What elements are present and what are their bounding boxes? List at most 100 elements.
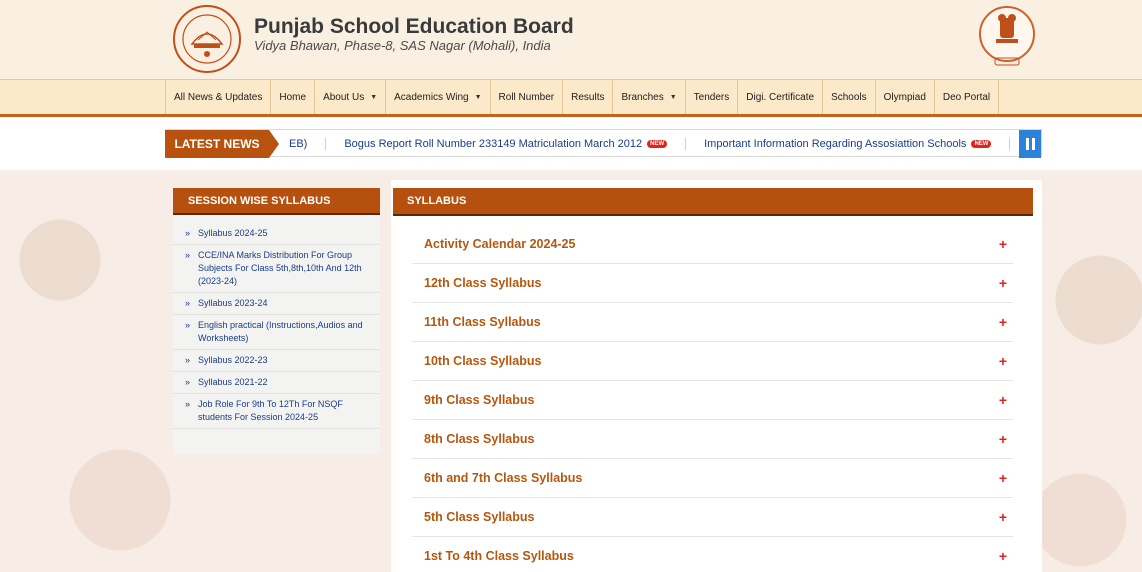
- nav-item-digi-certificate[interactable]: Digi. Certificate: [737, 80, 822, 114]
- pause-icon-bar: [1025, 138, 1029, 150]
- session-syllabus-link[interactable]: » English practical (Instructions,Audios …: [173, 315, 380, 350]
- syllabus-accordion-item[interactable]: 5th Class Syllabus +: [412, 498, 1013, 537]
- news-ticker: LATEST NEWS EB) Bogus Report Roll Number …: [165, 129, 1042, 158]
- session-syllabus-link-label: Syllabus 2021-22: [198, 377, 268, 387]
- syllabus-accordion-item[interactable]: 9th Class Syllabus +: [412, 381, 1013, 420]
- accordion-item-title: 10th Class Syllabus: [424, 354, 542, 368]
- accordion-item-title: 1st To 4th Class Syllabus: [424, 549, 574, 563]
- syllabus-accordion-item[interactable]: 6th and 7th Class Syllabus +: [412, 459, 1013, 498]
- nav-item-roll-number[interactable]: Roll Number: [489, 80, 563, 114]
- nav-item-label: About Us: [323, 91, 365, 103]
- session-syllabus-link-label: English practical (Instructions,Audios a…: [198, 320, 363, 343]
- accordion-item-title: 12th Class Syllabus: [424, 276, 542, 290]
- nav-item-label: Roll Number: [498, 91, 555, 103]
- session-syllabus-link-label: Syllabus 2024-25: [198, 228, 268, 238]
- ticker-news-item[interactable]: EB): [289, 138, 327, 150]
- nav-item-label: Academics Wing: [394, 91, 469, 103]
- nav-item-label: Schools: [831, 91, 867, 103]
- session-syllabus-link[interactable]: » Syllabus 2021-22: [173, 372, 380, 394]
- expand-plus-icon[interactable]: +: [999, 353, 1007, 369]
- session-syllabus-link[interactable]: » Syllabus 2024-25: [173, 223, 380, 245]
- session-syllabus-link-label: CCE/INA Marks Distribution For Group Sub…: [198, 250, 362, 286]
- nav-item-deo-portal[interactable]: Deo Portal: [933, 80, 1000, 114]
- nav-item-tenders[interactable]: Tenders: [684, 80, 738, 114]
- nav-item-label: Deo Portal: [942, 91, 991, 103]
- session-syllabus-link[interactable]: » Syllabus 2022-23: [173, 350, 380, 372]
- nav-item-schools[interactable]: Schools: [822, 80, 875, 114]
- nav-item-label: Olympiad: [883, 91, 926, 103]
- nav-item-all-news-updates[interactable]: All News & Updates: [165, 80, 270, 114]
- session-syllabus-link[interactable]: » CCE/INA Marks Distribution For Group Su…: [173, 245, 380, 293]
- accordion-item-title: 6th and 7th Class Syllabus: [424, 471, 583, 485]
- expand-plus-icon[interactable]: +: [999, 392, 1007, 408]
- expand-plus-icon[interactable]: +: [999, 314, 1007, 330]
- nav-item-label: Home: [279, 91, 307, 103]
- main-navigation: All News & Updates Home About Us ▼ Academics…: [0, 79, 1142, 117]
- chevron-right-icon: »: [185, 298, 191, 308]
- nav-item-label: Results: [571, 91, 605, 103]
- chevron-right-icon: »: [185, 355, 191, 365]
- accordion-item-title: Activity Calendar 2024-25: [424, 237, 576, 251]
- syllabus-accordion-item[interactable]: 10th Class Syllabus +: [412, 342, 1013, 381]
- chevron-right-icon: »: [185, 320, 191, 330]
- session-syllabus-link-label: Syllabus 2022-23: [198, 355, 268, 365]
- new-badge-icon: NEW: [647, 140, 668, 148]
- accordion-item-title: 11th Class Syllabus: [424, 315, 541, 329]
- nav-item-olympiad[interactable]: Olympiad: [874, 80, 934, 114]
- chevron-right-icon: »: [185, 228, 191, 238]
- accordion-item-title: 9th Class Syllabus: [424, 393, 535, 407]
- nav-item-about-us[interactable]: About Us ▼: [314, 80, 385, 114]
- ticker-news-item[interactable]: Important Information Regarding Assosiat…: [686, 138, 1011, 150]
- chevron-right-icon: »: [185, 250, 191, 260]
- nav-item-academics-wing[interactable]: Academics Wing ▼: [385, 80, 489, 114]
- chevron-right-icon: »: [185, 377, 191, 387]
- session-syllabus-link-label: Syllabus 2023-24: [198, 298, 268, 308]
- expand-plus-icon[interactable]: +: [999, 470, 1007, 486]
- nav-menu: All News & Updates Home About Us ▼ Academics…: [165, 80, 1000, 114]
- syllabus-accordion-item[interactable]: Activity Calendar 2024-25 +: [412, 225, 1013, 264]
- syllabus-panel: SYLLABUS Activity Calendar 2024-25 +12th …: [391, 180, 1042, 572]
- ticker-pause-button[interactable]: [1019, 130, 1041, 158]
- syllabus-accordion: Activity Calendar 2024-25 +12th Class Syl…: [412, 225, 1013, 572]
- syllabus-accordion-item[interactable]: 1st To 4th Class Syllabus +: [412, 537, 1013, 572]
- session-syllabus-link-label: Job Role For 9th To 12Th For NSQF studen…: [198, 399, 343, 422]
- expand-plus-icon[interactable]: +: [999, 275, 1007, 291]
- session-syllabus-heading: SESSION WISE SYLLABUS: [173, 188, 380, 215]
- nav-item-label: Branches: [621, 91, 664, 103]
- ticker-news-text: Bogus Report Roll Number 233149 Matricul…: [344, 138, 643, 150]
- accordion-item-title: 8th Class Syllabus: [424, 432, 535, 446]
- ticker-items: EB) Bogus Report Roll Number 233149 Matri…: [289, 130, 1017, 158]
- ticker-news-text: Important Information Regarding Assosiat…: [704, 138, 967, 150]
- syllabus-accordion-item[interactable]: 12th Class Syllabus +: [412, 264, 1013, 303]
- caret-down-icon: ▼: [370, 93, 378, 101]
- punjab-govt-emblem: [979, 6, 1035, 66]
- accordion-item-title: 5th Class Syllabus: [424, 510, 535, 524]
- syllabus-accordion-item[interactable]: 11th Class Syllabus +: [412, 303, 1013, 342]
- expand-plus-icon[interactable]: +: [999, 431, 1007, 447]
- syllabus-accordion-item[interactable]: 8th Class Syllabus +: [412, 420, 1013, 459]
- nav-item-branches[interactable]: Branches ▼: [612, 80, 684, 114]
- session-syllabus-panel: SESSION WISE SYLLABUS » Syllabus 2024-25»…: [173, 188, 380, 454]
- ticker-news-text: EB): [289, 138, 308, 150]
- syllabus-heading: SYLLABUS: [393, 188, 1033, 216]
- news-ticker-band: LATEST NEWS EB) Bogus Report Roll Number …: [0, 117, 1142, 170]
- new-badge-icon: NEW: [971, 140, 992, 148]
- expand-plus-icon[interactable]: +: [999, 509, 1007, 525]
- session-syllabus-link[interactable]: » Syllabus 2023-24: [173, 293, 380, 315]
- nav-item-label: Digi. Certificate: [746, 91, 815, 103]
- nav-item-home[interactable]: Home: [270, 80, 314, 114]
- session-syllabus-list: » Syllabus 2024-25 » CCE/INA Marks Distribu…: [173, 215, 380, 429]
- caret-down-icon: ▼: [669, 93, 677, 101]
- ticker-news-item[interactable]: Bogus Report Roll Number 233149 Matricul…: [326, 138, 687, 150]
- site-address: Vidya Bhawan, Phase-8, SAS Nagar (Mohali…: [254, 38, 551, 53]
- nav-item-results[interactable]: Results: [562, 80, 612, 114]
- chevron-right-icon: »: [185, 399, 191, 409]
- expand-plus-icon[interactable]: +: [999, 236, 1007, 252]
- nav-item-label: All News & Updates: [174, 91, 263, 103]
- session-syllabus-link[interactable]: » Job Role For 9th To 12Th For NSQF stude…: [173, 394, 380, 429]
- expand-plus-icon[interactable]: +: [999, 548, 1007, 564]
- pseb-logo[interactable]: [172, 4, 242, 74]
- pause-icon-bar: [1031, 138, 1035, 150]
- nav-item-label: Tenders: [693, 91, 730, 103]
- caret-down-icon: ▼: [474, 93, 482, 101]
